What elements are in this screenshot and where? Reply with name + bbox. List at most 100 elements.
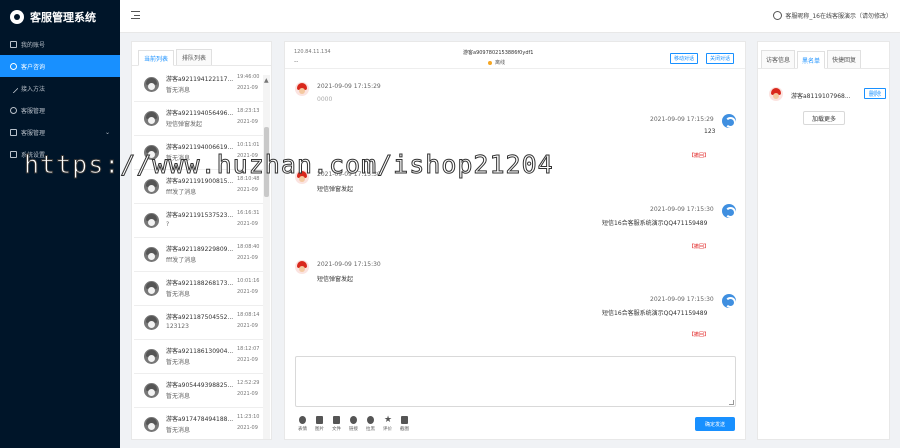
sidebar-menu: 我的账号 客户咨询 接入方法 客服管理 客服管理 ⌄ 系统设置	[0, 33, 120, 165]
top-header: 客服昵称_16在线客服演示（请勿修改）	[120, 0, 900, 33]
conversation-time: 18:23:13	[237, 108, 260, 114]
image-button[interactable]: 图片	[312, 416, 327, 432]
link-icon	[8, 83, 19, 93]
conversation-item[interactable]: 游客a921188268173... 10:01:16 暂无消息 2021-09	[134, 272, 265, 306]
blacklist-item: 游客a811910796​8... 删除	[769, 87, 886, 103]
screenshot-button[interactable]: 截图	[397, 416, 412, 432]
app-title: 客服管理系统	[30, 10, 96, 24]
delete-button[interactable]: 删除	[864, 88, 886, 99]
conversation-last-message: 暂无消息	[166, 359, 191, 366]
conversation-name: 游客a921189229809...	[166, 246, 234, 253]
conversation-item[interactable]: 游客a905449398825... 12:52:29 暂无消息 2021-09	[134, 374, 265, 408]
file-button[interactable]: 文件	[329, 416, 344, 432]
conversation-name: 游客a921191900815...	[166, 178, 234, 185]
sidebar-item-customer-inquiry[interactable]: 客户咨询	[0, 55, 120, 77]
blacklist-visitor-name: 游客a811910796​8...	[791, 93, 851, 100]
tab-queue-list[interactable]: 排队列表	[176, 49, 213, 65]
message-text: 短信16合客服系统演示QQ471159489	[602, 310, 708, 317]
transfer-chat-button[interactable]: 移动对话	[670, 53, 699, 64]
conversation-item[interactable]: 游客a917478494188... 11:23:10 暂无消息 2021-09	[134, 408, 265, 437]
message-time: 2021-09-09 17:15:30	[317, 171, 381, 178]
rate-button[interactable]: ★ 评价	[380, 415, 395, 433]
visitor-avatar	[144, 213, 159, 228]
conversation-last-message: fff发了消息	[166, 189, 197, 196]
block-icon	[367, 416, 374, 424]
conversation-time: 18:10:48	[237, 176, 260, 182]
conversation-last-message: 123123	[166, 323, 189, 330]
chat-header: 120.84.11.134 -- 游客a9097802153886f0ydf1 …	[285, 42, 745, 69]
message-text: 123	[704, 128, 716, 135]
conversation-date: 2021-09	[237, 221, 258, 227]
conversation-name: 游客a921194006619...	[166, 144, 234, 151]
visitor-location: --	[294, 58, 299, 65]
account-icon	[10, 40, 17, 48]
resize-handle-icon[interactable]	[729, 400, 734, 405]
scroll-up-icon[interactable]: ▲	[264, 77, 269, 84]
conversation-date: 2021-09	[237, 323, 258, 329]
conversation-name: 游客a921186130904...	[166, 348, 234, 355]
message-list: 2021-09-09 17:15:29 0000 2021-09-09 17:1…	[285, 72, 745, 385]
conversation-name: 游客a905449398825...	[166, 382, 234, 389]
conversation-item[interactable]: 游客a921187504552... 18:08:14 123123 2021-09	[134, 306, 265, 340]
visitor-avatar	[144, 417, 159, 432]
conversation-time: 19:46:00	[237, 74, 260, 80]
sidebar-item-my-account[interactable]: 我的账号	[0, 33, 120, 55]
visitor-avatar	[144, 111, 159, 126]
agent-avatar	[722, 204, 736, 218]
recall-link[interactable]: 【撤回】	[689, 331, 709, 338]
link-button[interactable]: 链接	[346, 416, 361, 432]
tab-visitor-info[interactable]: 访客信息	[761, 50, 796, 68]
sidebar-item-access-method[interactable]: 接入方法	[0, 77, 120, 99]
conversation-time: 16:16:31	[237, 210, 260, 216]
conversation-item[interactable]: 游客a921191537523... 16:16:31? 2021-09	[134, 204, 265, 238]
conversation-scrollbar[interactable]: ▲	[263, 75, 270, 439]
visitor-ip: 120.84.11.134	[294, 49, 331, 55]
message-time: 2021-09-09 17:15:30	[650, 296, 714, 303]
app-logo: 客服管理系统	[0, 0, 120, 33]
conversation-time: 10:01:16	[237, 278, 260, 284]
recall-link[interactable]: 【撤回】	[689, 152, 709, 159]
sidebar-item-agent-manage[interactable]: 客服管理	[0, 99, 120, 121]
conversation-item[interactable]: 游客a921191900815... 18:10:48 fff发了消息 2021-09	[134, 170, 265, 204]
chat-panel: 120.84.11.134 -- 游客a9097802153886f0ydf1 …	[284, 41, 746, 440]
info-panel: 访客信息 黑名单 快捷回复 游客a811910796​8... 删除 加载更多	[757, 41, 890, 440]
blacklist-button[interactable]: 拉黑	[363, 416, 378, 432]
tab-current-list[interactable]: 当前列表	[138, 50, 175, 66]
menu-toggle-icon[interactable]	[131, 11, 140, 19]
emoji-button[interactable]: 表情	[295, 416, 310, 432]
conversation-date: 2021-09	[237, 255, 258, 261]
chevron-down-icon: ⌄	[104, 128, 110, 136]
message-text: 短信16合客服系统演示QQ471159489	[602, 220, 708, 227]
conversation-last-message: 短信弹窗发起	[166, 121, 203, 128]
sidebar-item-system-settings[interactable]: 系统设置	[0, 143, 120, 165]
message-input[interactable]	[295, 356, 736, 407]
conversation-date: 2021-09	[237, 153, 258, 159]
visitor-status: 离线	[488, 59, 505, 66]
conversation-list: 游客a921194122117... 19:46:00 暂无消息 2021-09 游客a…	[134, 74, 265, 437]
tab-quick-reply[interactable]: 快捷回复	[827, 50, 862, 68]
conversation-item[interactable]: 游客a921194006619... 10:11:01 暂无消息 2021-09	[134, 136, 265, 170]
load-more-button[interactable]: 加载更多	[803, 111, 845, 125]
sidebar: 客服管理系统 我的账号 客户咨询 接入方法 客服管理 客服管理 ⌄ 系统设置	[0, 0, 120, 448]
tab-blacklist[interactable]: 黑名单	[797, 51, 826, 69]
conversation-date: 2021-09	[237, 425, 258, 431]
conversation-item[interactable]: 游客a921189229809... 18:08:40 fff发了消息 2021-09	[134, 238, 265, 272]
send-button[interactable]: 确定发送	[695, 417, 735, 431]
conversation-item[interactable]: 游客a921194122117... 19:46:00 暂无消息 2021-09	[134, 74, 265, 102]
close-chat-button[interactable]: 关闭对话	[706, 53, 735, 64]
conversation-item[interactable]: 游客a921194056496... 18:23:13 短信弹窗发起 2021-09	[134, 102, 265, 136]
recall-link[interactable]: 【撤回】	[689, 243, 709, 250]
conversation-time: 12:52:29	[237, 380, 260, 386]
conversation-date: 2021-09	[237, 391, 258, 397]
conversation-name: 游客a921191537523...	[166, 212, 234, 219]
conversation-item[interactable]: 游客a921186130904... 18:12:07 暂无消息 2021-09	[134, 340, 265, 374]
star-icon: ★	[384, 415, 393, 425]
conversation-name: 游客a921194056496...	[166, 110, 234, 117]
sidebar-item-agent-manage-2[interactable]: 客服管理 ⌄	[0, 121, 120, 143]
user-menu[interactable]: 客服昵称_16在线客服演示（请勿修改）	[773, 11, 892, 20]
message-time: 2021-09-09 17:15:30	[317, 261, 381, 268]
scrollbar-thumb[interactable]	[264, 127, 269, 197]
conversation-last-message: 暂无消息	[166, 155, 191, 162]
chat-toolbar: 表情 图片 文件 链接 拉黑 ★ 评价 截图	[295, 415, 414, 433]
visitor-name: 游客a9097802153886f0ydf1	[463, 50, 534, 56]
